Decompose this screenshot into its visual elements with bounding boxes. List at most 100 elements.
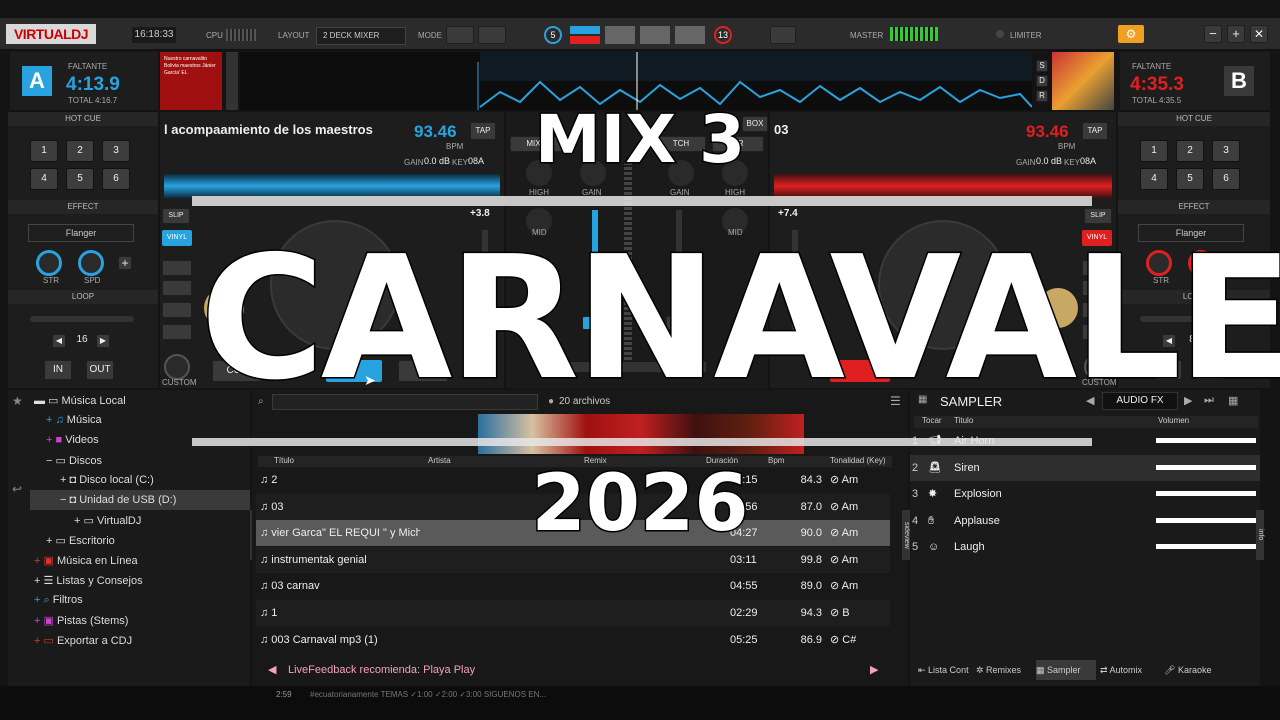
tree-exportar-cdj[interactable]: + ▭ Exportar a CDJ <box>34 634 132 647</box>
deck-a-spd-knob[interactable] <box>78 250 104 276</box>
deck-a-pad-1[interactable] <box>162 260 192 276</box>
deck-b-s-button[interactable]: S <box>1036 60 1048 72</box>
deck-b-key-label: KEY <box>1064 158 1081 167</box>
sampler-slot-number: 2 <box>912 461 919 474</box>
sampler-play-icon[interactable]: ☺ <box>928 534 939 560</box>
deck-a-loop-in-button[interactable]: IN <box>44 360 72 380</box>
tree-label: Exportar a CDJ <box>56 635 133 647</box>
tree-label: Discos <box>68 455 102 467</box>
sampler-volume-bar[interactable] <box>1156 544 1256 550</box>
waveform-button[interactable] <box>770 26 796 44</box>
microphone-icon: 🎤︎ <box>1164 665 1178 675</box>
deck-a-hotcue-4[interactable]: 4 <box>30 168 58 190</box>
sampler-play-icon[interactable]: ✸ <box>928 481 937 507</box>
deck-a-slip-button[interactable]: SLIP <box>162 208 190 224</box>
live-feedback-prev-icon[interactable]: ◀ <box>268 660 276 680</box>
live-feedback-next-icon[interactable]: ▶ <box>870 660 878 680</box>
deck-a-pad-3[interactable] <box>162 302 192 318</box>
tab-label: Lista Cont <box>928 665 969 675</box>
deck-b-hotcue-3[interactable]: 3 <box>1212 140 1240 162</box>
tree-listas-consejos[interactable]: + ☰ Listas y Consejos <box>34 574 143 587</box>
sampler-volume-bar[interactable] <box>1156 491 1256 497</box>
tab-lista-cont[interactable]: ⇤ Lista Cont <box>918 660 970 680</box>
mode-tablet-button[interactable] <box>478 26 506 44</box>
sampler-row[interactable]: 5 ☺ Laugh <box>910 534 1260 561</box>
deck-a-hotcue-1[interactable]: 1 <box>30 140 58 162</box>
deck-a-effect-add-button[interactable]: + <box>118 256 132 270</box>
layout-dropdown[interactable]: 2 DECK MIXER <box>316 27 406 45</box>
deck-slots[interactable] <box>605 26 705 44</box>
track-key: ⊘ B <box>830 607 850 619</box>
deck-b-hotcue-6[interactable]: 6 <box>1212 168 1240 190</box>
sampler-volume-bar[interactable] <box>1156 438 1256 443</box>
deck-b-hotcue-header: HOT CUE <box>1118 112 1270 126</box>
tab-remixes[interactable]: ✲ Remixes <box>976 660 1034 680</box>
tab-karaoke[interactable]: 🎤︎ Karaoke <box>1164 660 1222 680</box>
sampler-volume-bar[interactable] <box>1156 517 1256 523</box>
sideview-tab[interactable]: sideview <box>902 510 910 560</box>
tree-pistas-stems[interactable]: + ▣ Pistas (Stems) <box>34 614 128 627</box>
track-duration: 04:55 <box>730 580 758 593</box>
tree-musica-local[interactable]: ▬ ▭ Música Local <box>34 394 126 407</box>
deck-a-loop-increase[interactable]: ▶ <box>96 334 110 348</box>
tree-virtualdj[interactable]: + ▭ VirtualDJ <box>74 514 141 527</box>
close-button[interactable]: ✕ <box>1250 25 1268 43</box>
tree-disco-local[interactable]: + ◘ Disco local (C:) <box>60 474 154 486</box>
col-title[interactable]: Título <box>274 456 294 465</box>
sampler-play-icon[interactable]: ✋︎ <box>928 508 934 534</box>
deck-a-str-knob[interactable] <box>36 250 62 276</box>
tab-label: Automix <box>1109 665 1143 675</box>
sampler-volume-bar[interactable] <box>1156 464 1256 470</box>
sampler-play-icon[interactable]: 🚨︎ <box>928 455 942 481</box>
deck-b-tap-button[interactable]: TAP <box>1082 122 1108 140</box>
deck-a-hotcue-2[interactable]: 2 <box>66 140 94 162</box>
maximize-button[interactable]: + <box>1227 25 1245 43</box>
deck-b-hotcue-4[interactable]: 4 <box>1140 168 1168 190</box>
favorites-star-icon[interactable]: ★ <box>12 394 23 408</box>
deck-a-effect-select[interactable]: Flanger <box>28 224 134 242</box>
deck-b-info: FALTANTE 4:35.3 TOTAL 4:35.5 B <box>1120 52 1270 110</box>
deck-b-hotcue-2[interactable]: 2 <box>1176 140 1204 162</box>
table-row[interactable]: ♫ 03 carnav 04:55 89.0 ⊘ Am <box>256 573 890 600</box>
tab-automix[interactable]: ⇄ Automix <box>1100 660 1158 680</box>
tree-musica-en-linea[interactable]: + ▣ Música en Línea <box>34 554 138 567</box>
deck-a-vinyl-button[interactable]: VINYL <box>162 230 192 246</box>
deck-b-d-button[interactable]: D <box>1036 75 1048 87</box>
sampler-row[interactable]: 2 🚨︎ Siren <box>910 454 1260 481</box>
tree-discos[interactable]: − ▭ Discos <box>46 454 102 467</box>
deck-b-hotcue-1[interactable]: 1 <box>1140 140 1168 162</box>
minimize-button[interactable]: − <box>1204 25 1222 43</box>
track-key: ⊘ Am <box>830 580 859 593</box>
deck-b-r-button[interactable]: R <box>1036 90 1048 102</box>
table-row[interactable]: ♫ 1 02:29 94.3 ⊘ B <box>256 600 890 626</box>
deck-b-hotcue-5[interactable]: 5 <box>1176 168 1204 190</box>
settings-gear-icon[interactable]: ⚙ <box>1118 25 1144 43</box>
deck-a-hotcue-5[interactable]: 5 <box>66 168 94 190</box>
tree-musica[interactable]: + ♫ Música <box>46 414 102 426</box>
sampler-row[interactable]: 3 ✸ Explosion <box>910 481 1260 508</box>
deck-a-pad-4[interactable] <box>162 324 192 340</box>
deck-a-custom-knob[interactable] <box>164 354 190 380</box>
tree-videos[interactable]: + ■ Videos <box>46 434 99 446</box>
deck-a-loop-out-button[interactable]: OUT <box>86 360 114 380</box>
tree-usb-drive[interactable]: − ◘ Unidad de USB (D:) <box>60 494 176 506</box>
sampler-slot-number: 4 <box>912 514 919 527</box>
deck-a-loop-slider[interactable] <box>30 316 134 322</box>
cpu-meter <box>226 29 256 41</box>
back-arrow-icon[interactable]: ↩ <box>12 482 22 496</box>
folder-tree: ▬ ▭ Música Local + ♫ Música + ■ Videos −… <box>30 390 250 686</box>
tree-filtros[interactable]: + ⌕ Filtros <box>34 594 83 607</box>
tree-label: Filtros <box>52 594 83 606</box>
sampler-name: Siren <box>954 461 980 474</box>
deck-a-pad-2[interactable] <box>162 280 192 296</box>
mode-desktop-button[interactable] <box>446 26 474 44</box>
tree-escritorio[interactable]: + ▭ Escritorio <box>46 534 115 547</box>
deck-a-hotcue-6[interactable]: 6 <box>102 168 130 190</box>
limiter-led[interactable] <box>996 30 1004 38</box>
sampler-row[interactable]: 4 ✋︎ Applause <box>910 507 1260 534</box>
deck-a-loop-decrease[interactable]: ◀ <box>52 334 66 348</box>
deck-a-hotcue-3[interactable]: 3 <box>102 140 130 162</box>
info-tab[interactable]: info <box>1256 510 1264 560</box>
tab-sampler[interactable]: ▦ Sampler <box>1036 660 1096 680</box>
table-row[interactable]: ♫ 003 Carnaval mp3 (1) 05:25 86.9 ⊘ C# <box>256 626 890 653</box>
